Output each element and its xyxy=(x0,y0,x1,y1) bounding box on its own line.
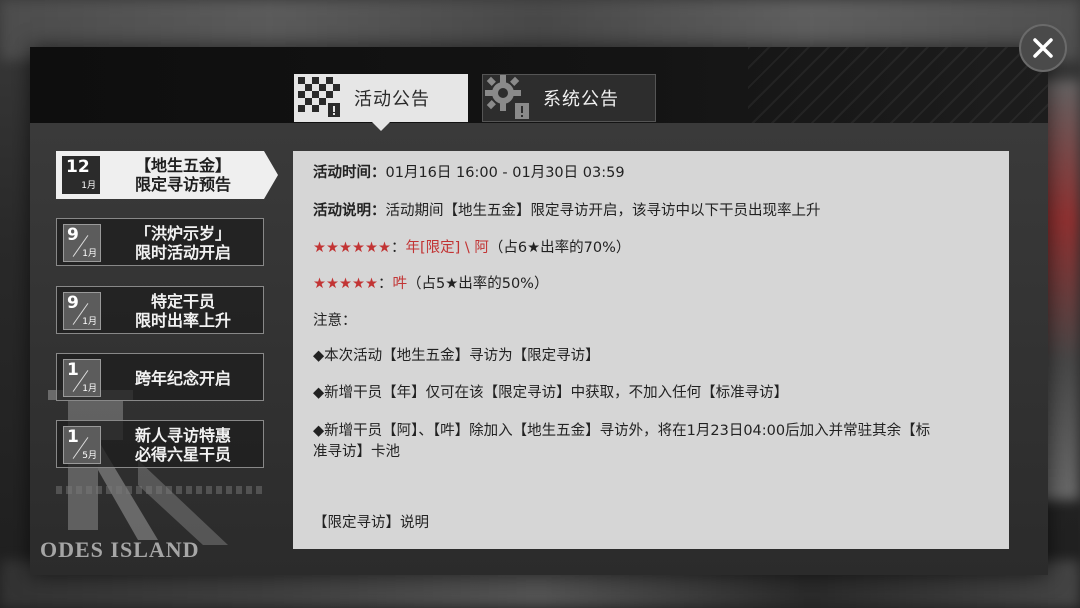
close-button[interactable] xyxy=(1019,24,1067,72)
note-item: ◆新增干员【阿】、【吽】除加入【地生五金】寻访外，将在1月23日04:00后加入… xyxy=(313,423,931,439)
date-month: 1月 xyxy=(82,384,97,394)
five-star-rating: ★★★★★ xyxy=(313,276,378,292)
event-time-line: 活动时间：01月16日 16:00 - 01月30日 03:59 xyxy=(313,163,987,184)
date-badge: 9 1月 xyxy=(63,224,101,262)
date-badge: 12 1月 xyxy=(62,156,100,194)
date-badge: 9 1月 xyxy=(63,292,101,330)
note-item-continued: 准寻访】卡池 xyxy=(313,444,400,460)
five-star-operators: 吽 xyxy=(392,276,408,292)
list-item-title-line2: 限时出率上升 xyxy=(134,311,231,330)
list-item-title-line1: 新人寻访特惠 xyxy=(134,426,231,445)
date-month: 1月 xyxy=(81,181,96,191)
checkered-flag-icon xyxy=(298,77,340,117)
gear-alert-icon xyxy=(485,75,529,119)
date-badge: 1 5月 xyxy=(63,426,101,464)
tab-system-announcement[interactable]: 系统公告 xyxy=(482,74,656,122)
close-icon xyxy=(1033,38,1053,58)
event-desc-line: 活动说明：活动期间【地生五金】限定寻访开启，该寻访中以下干员出现率上升 xyxy=(313,201,987,222)
five-star-rate: （占5★出率的50%） xyxy=(407,276,549,292)
list-item-title: 【地生五金】 限定寻访预告 xyxy=(106,151,260,199)
event-time-label: 活动时间： xyxy=(313,165,386,181)
five-star-line: ★★★★★：吽（占5★出率的50%） xyxy=(313,274,987,295)
announcement-content: 活动时间：01月16日 16:00 - 01月30日 03:59 活动说明：活动… xyxy=(293,151,1009,549)
note-item: ◆新增干员【年】仅可在该【限定寻访】中获取，不加入任何【标准寻访】 xyxy=(313,385,789,401)
list-item-title-line2: 必得六星干员 xyxy=(134,445,231,464)
list-item-announcement[interactable]: 1 1月 跨年纪念开启 xyxy=(56,353,264,401)
list-item-announcement[interactable]: 9 1月 特定干员 限时出率上升 xyxy=(56,286,264,334)
list-item-title: 特定干员 限时出率上升 xyxy=(107,287,259,335)
note-item: ◆本次活动【地生五金】寻访为【限定寻访】 xyxy=(313,348,600,364)
event-desc-label: 活动说明： xyxy=(313,203,386,219)
list-item-title-line1: 特定干员 xyxy=(150,292,215,311)
five-star-colon: ： xyxy=(378,276,393,292)
list-item-title: 「洪炉示岁」 限时活动开启 xyxy=(107,219,259,267)
list-scroll-hint xyxy=(56,486,264,494)
date-day: 1 xyxy=(67,360,79,380)
note-label: 注意： xyxy=(313,313,357,329)
date-month: 5月 xyxy=(82,451,97,461)
six-star-operators: 年[限定] \ 阿 xyxy=(405,240,489,256)
list-item-title: 跨年纪念开启 xyxy=(107,354,259,402)
list-item-title-line1: 「洪炉示岁」 xyxy=(134,224,231,243)
list-item-title-line2: 限定寻访预告 xyxy=(134,175,231,194)
date-day: 12 xyxy=(66,157,90,177)
date-month: 1月 xyxy=(82,317,97,327)
six-star-rating: ★★★★★★ xyxy=(313,240,391,256)
tab-event-announcement[interactable]: 活动公告 xyxy=(294,74,468,131)
tab-event-label: 活动公告 xyxy=(354,89,430,110)
six-star-rate: （占6★出率的70%） xyxy=(488,240,631,256)
date-day: 9 xyxy=(67,293,79,313)
rhodes-island-emblem-icon xyxy=(48,390,228,545)
event-time-value: 01月16日 16:00 - 01月30日 03:59 xyxy=(385,165,625,181)
list-item-announcement[interactable]: 12 1月 【地生五金】 限定寻访预告 xyxy=(56,151,278,199)
list-item-announcement[interactable]: 1 5月 新人寻访特惠 必得六星干员 xyxy=(56,420,264,468)
list-item-title: 新人寻访特惠 必得六星干员 xyxy=(107,421,259,469)
list-item-title-line1: 跨年纪念开启 xyxy=(134,368,231,388)
tab-system-label: 系统公告 xyxy=(543,89,619,110)
event-desc-value: 活动期间【地生五金】限定寻访开启，该寻访中以下干员出现率上升 xyxy=(385,203,821,219)
date-day: 9 xyxy=(67,225,79,245)
watermark-text: ODES ISLAND xyxy=(40,537,200,562)
date-badge: 1 1月 xyxy=(63,359,101,397)
six-star-line: ★★★★★★：年[限定] \ 阿（占6★出率的70%） xyxy=(313,238,987,259)
list-item-announcement[interactable]: 9 1月 「洪炉示岁」 限时活动开启 xyxy=(56,218,264,266)
date-month: 1月 xyxy=(82,249,97,259)
list-item-title-line2: 限时活动开启 xyxy=(134,243,231,262)
six-star-colon: ： xyxy=(391,240,406,256)
date-day: 1 xyxy=(67,427,79,447)
list-item-title-line1: 【地生五金】 xyxy=(134,156,231,175)
limited-headhunting-info-link[interactable]: 【限定寻访】说明 xyxy=(313,513,987,534)
